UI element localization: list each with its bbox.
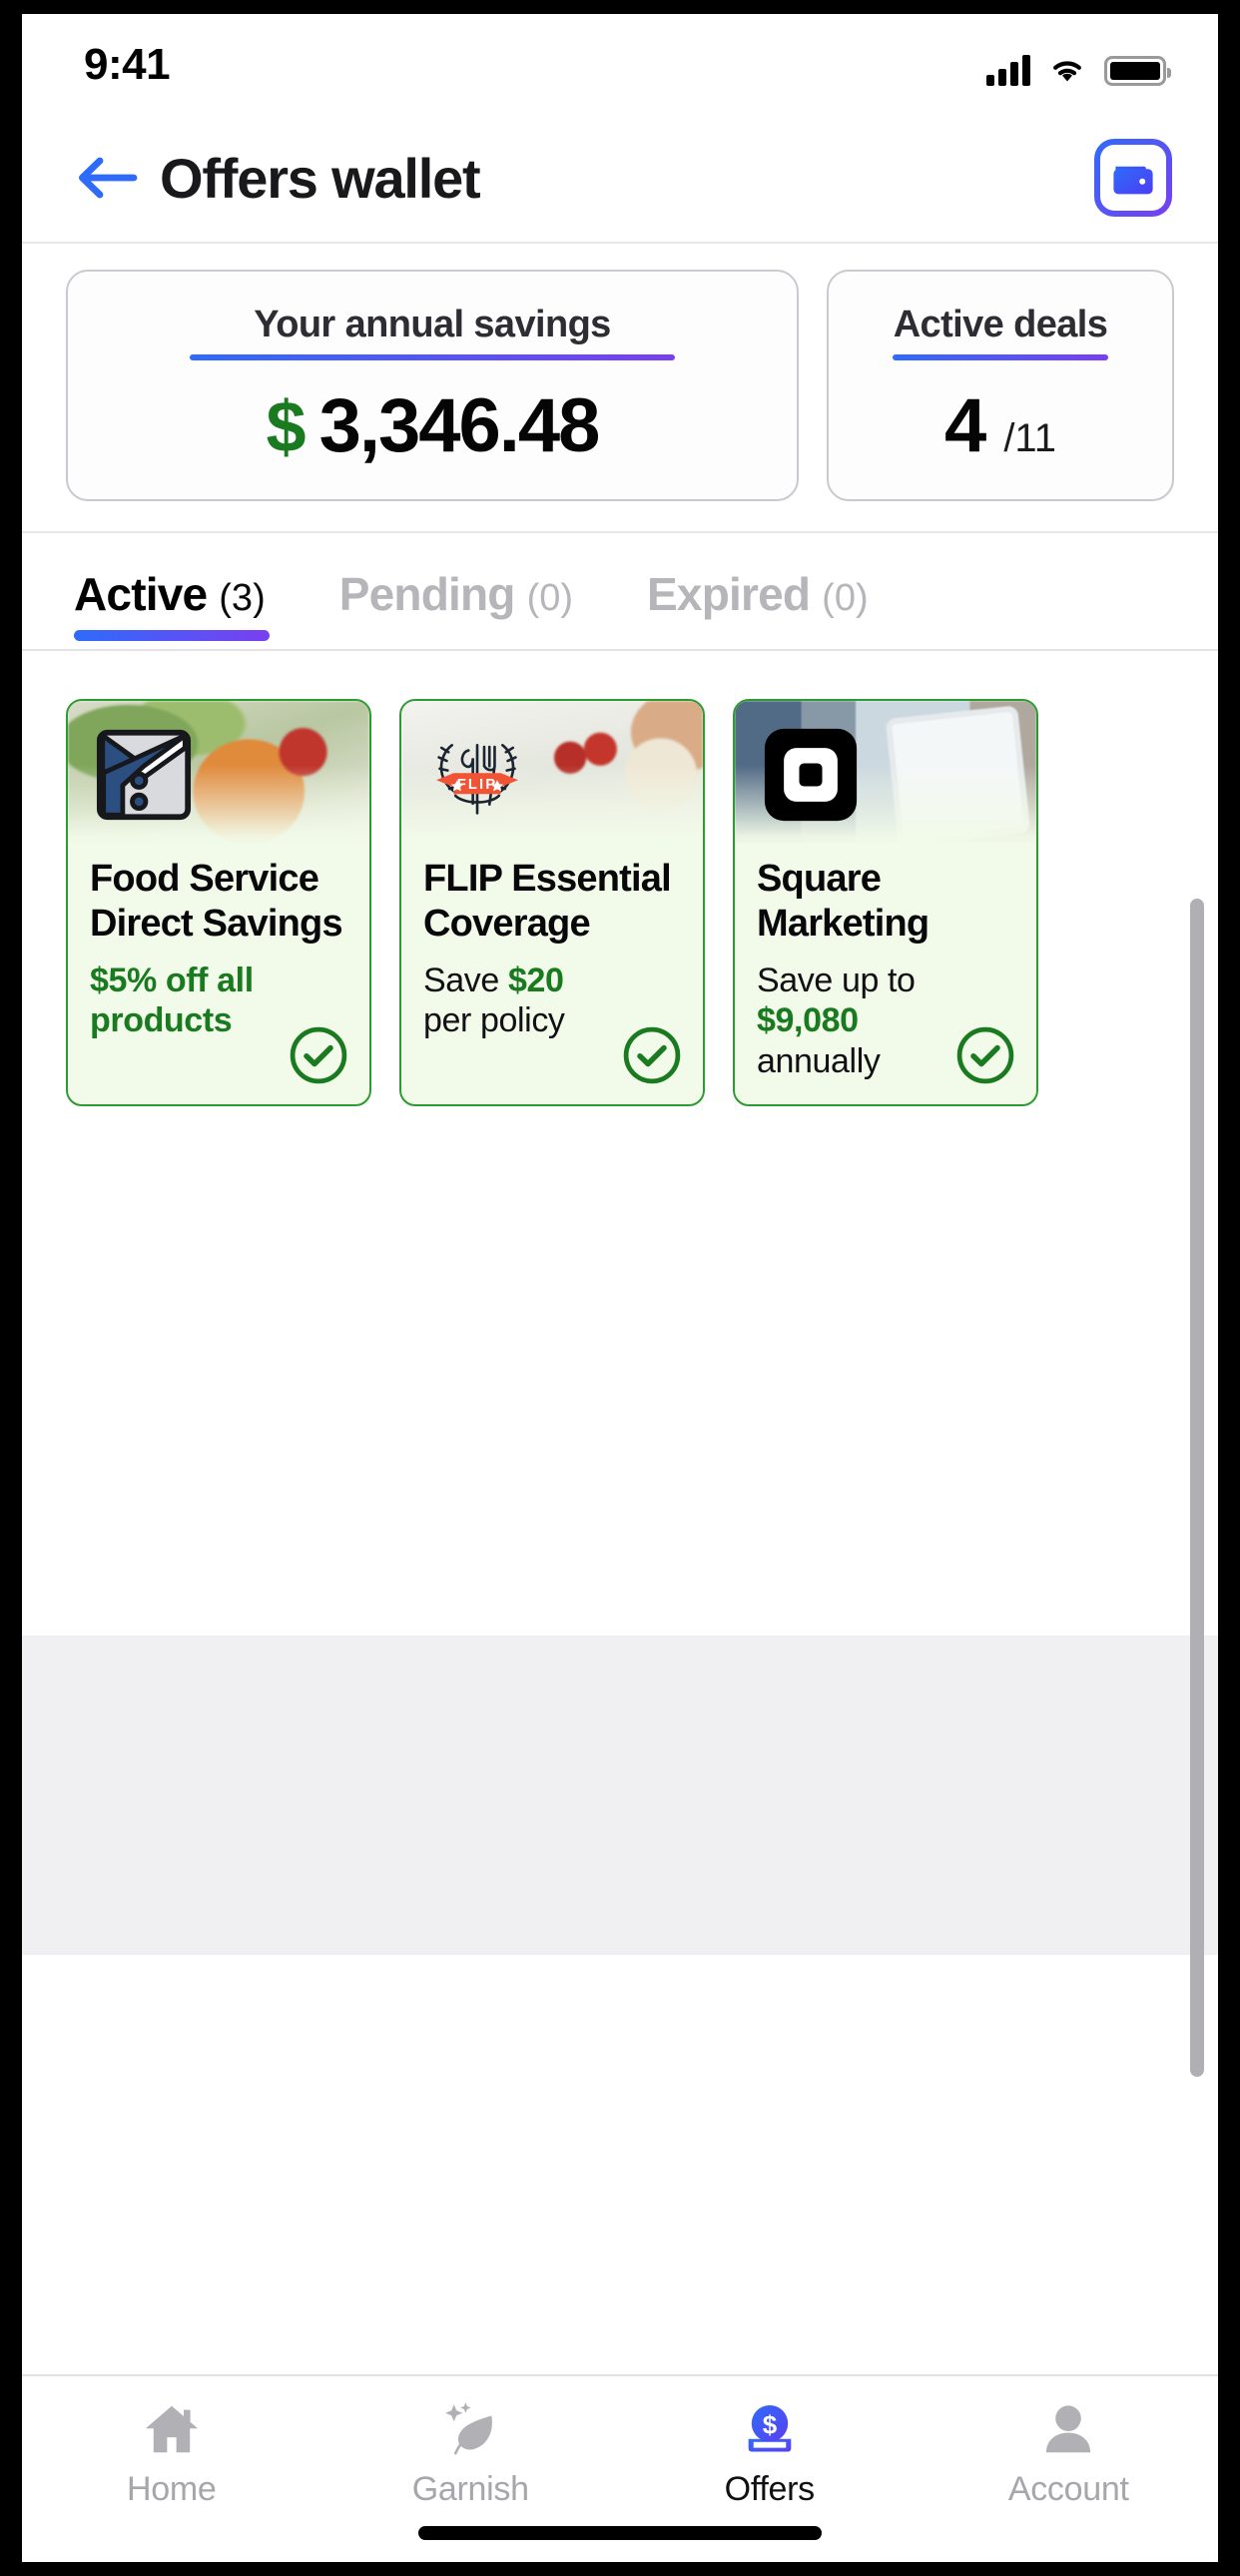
- offers-list: Food Service Direct Savings $5% off all …: [22, 651, 1218, 1635]
- tab-pending-label: Pending: [338, 568, 516, 620]
- wifi-icon: [1053, 61, 1081, 82]
- page-title: Offers wallet: [160, 146, 481, 210]
- offer-title: Food Service Direct Savings: [90, 858, 343, 945]
- active-deals-card[interactable]: Active deals 4 /11: [827, 270, 1174, 501]
- nav-label-account: Account: [1007, 2470, 1129, 2508]
- offer-subtitle-prefix: Save: [423, 961, 508, 999]
- back-button[interactable]: [70, 148, 144, 208]
- offer-hero-image: [735, 701, 1036, 843]
- offer-subtitle-suffix: annually: [757, 1042, 881, 1081]
- offer-card-square-marketing[interactable]: Square Marketing Save up to $9,080 annua…: [733, 699, 1038, 1107]
- active-deals-value: 4 /11: [944, 382, 1056, 469]
- status-bar-icons: [986, 44, 1171, 86]
- tab-expired-label: Expired: [647, 568, 811, 620]
- annual-savings-card[interactable]: Your annual savings $ 3,346.48: [66, 270, 799, 501]
- currency-symbol: $: [266, 387, 307, 467]
- offer-title: Square Marketing: [757, 858, 930, 945]
- annual-savings-amount: 3,346.48: [318, 383, 601, 468]
- vertical-scrollbar[interactable]: [1190, 899, 1204, 2077]
- active-deals-underline: [893, 354, 1108, 360]
- stats-strip: Your annual savings $ 3,346.48 Active de…: [22, 244, 1218, 533]
- tab-active[interactable]: Active (3): [74, 567, 270, 649]
- food-service-direct-logo-icon: [96, 729, 192, 821]
- active-deals-total: /11: [1003, 416, 1056, 460]
- tab-active-label: Active: [74, 568, 208, 620]
- nav-label-home: Home: [127, 2470, 217, 2508]
- offer-card-flip-essential-coverage[interactable]: FLIP FLIP Essential Coverage Save $20 pe…: [399, 699, 705, 1107]
- person-icon: [1046, 2405, 1091, 2453]
- offer-hero-image: FLIP: [401, 701, 703, 843]
- content-filler: [22, 1635, 1218, 1955]
- app-header: Offers wallet: [22, 114, 1218, 244]
- check-circle-icon: [956, 1026, 1014, 1084]
- cellular-signal-icon: [986, 54, 1030, 86]
- check-circle-icon: [290, 1026, 347, 1084]
- square-logo-icon: [764, 728, 858, 822]
- offer-body: FLIP Essential Coverage Save $20 per pol…: [401, 843, 703, 1104]
- wallet-button[interactable]: [1094, 139, 1172, 217]
- status-bar: 9:41: [22, 14, 1218, 114]
- offer-title: FLIP Essential Coverage: [423, 858, 672, 945]
- offer-subtitle-highlight: $20: [507, 961, 564, 999]
- home-icon: [145, 2405, 198, 2453]
- offer-body: Food Service Direct Savings $5% off all …: [68, 843, 369, 1104]
- wallet-icon: [1113, 166, 1153, 195]
- tab-pending[interactable]: Pending (0): [339, 567, 573, 649]
- offer-subtitle-prefix: Save up to: [757, 961, 916, 999]
- phone-screen: 9:41 Offers wallet Your annual savings $…: [22, 14, 1218, 2562]
- offers-coin-icon: $: [748, 2404, 792, 2452]
- offer-subtitle-highlight: $5% off all products: [90, 961, 254, 1040]
- offer-subtitle-highlight: $9,080: [757, 1001, 859, 1040]
- home-indicator: [418, 2526, 822, 2540]
- tab-active-count: (3): [219, 577, 266, 619]
- offers-grid: Food Service Direct Savings $5% off all …: [66, 699, 1174, 1107]
- nav-label-garnish: Garnish: [411, 2470, 529, 2508]
- offer-hero-image: [68, 701, 369, 843]
- offer-body: Square Marketing Save up to $9,080 annua…: [735, 843, 1036, 1104]
- offer-tabs: Active (3) Pending (0) Expired (0): [22, 533, 1218, 651]
- annual-savings-label: Your annual savings: [254, 304, 611, 345]
- svg-text:FLIP: FLIP: [457, 777, 498, 793]
- nav-label-offers: Offers: [724, 2470, 815, 2508]
- nav-item-home[interactable]: Home: [22, 2398, 321, 2562]
- flip-logo-icon: FLIP: [435, 744, 519, 815]
- active-deals-label: Active deals: [893, 304, 1108, 345]
- status-bar-time: 9:41: [84, 40, 171, 89]
- leaf-sparkle-icon: [445, 2402, 493, 2455]
- battery-full-icon: [1104, 56, 1171, 86]
- nav-item-account[interactable]: Account: [920, 2398, 1219, 2562]
- tab-expired-count: (0): [822, 577, 869, 619]
- back-arrow-icon: [79, 157, 138, 199]
- annual-savings-underline: [190, 354, 675, 360]
- annual-savings-value: $ 3,346.48: [266, 382, 601, 469]
- tab-expired[interactable]: Expired (0): [647, 567, 869, 649]
- tab-pending-count: (0): [526, 577, 574, 619]
- offer-subtitle-suffix: per policy: [423, 1001, 565, 1040]
- active-deals-count: 4: [944, 383, 986, 468]
- offer-card-food-service-direct[interactable]: Food Service Direct Savings $5% off all …: [66, 699, 371, 1107]
- check-circle-icon: [623, 1026, 681, 1084]
- svg-text:$: $: [763, 2410, 778, 2440]
